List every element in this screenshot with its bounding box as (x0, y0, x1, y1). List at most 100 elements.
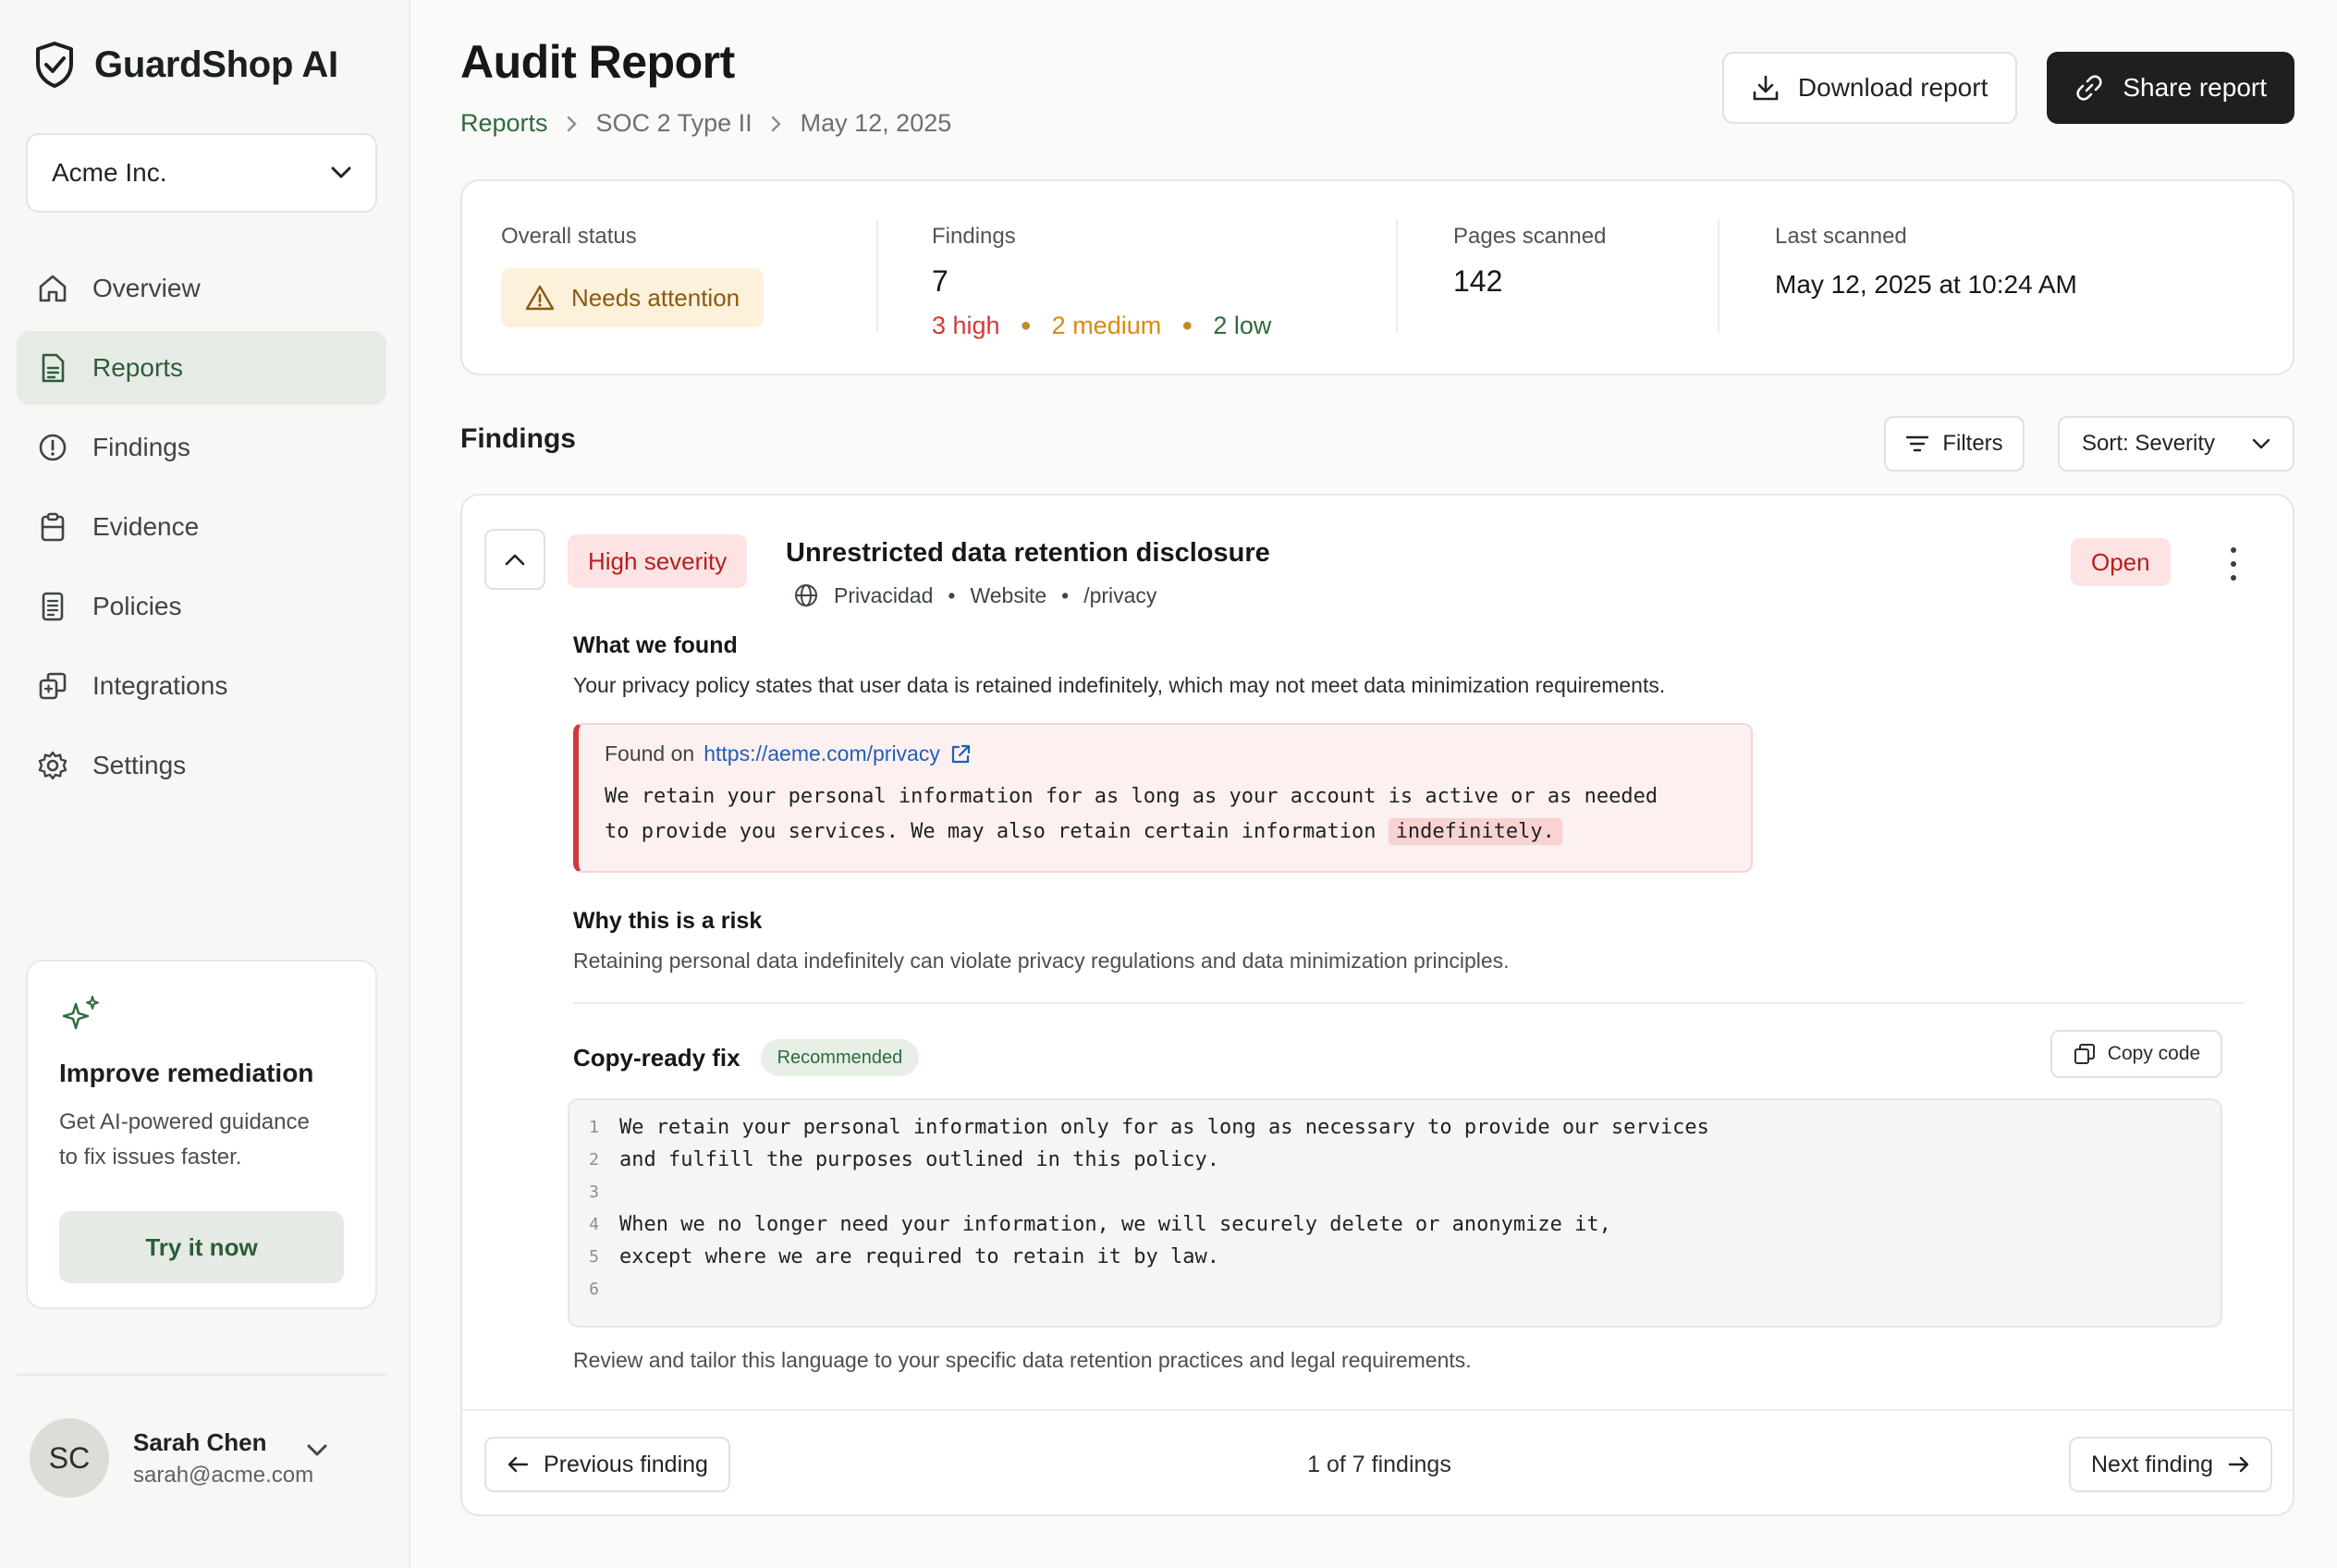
status-text: Needs attention (571, 283, 740, 312)
shield-check-icon (36, 42, 73, 88)
document-icon (42, 353, 65, 383)
sidebar-item-integrations[interactable]: Integrations (17, 649, 386, 723)
download-report-button[interactable]: Download report (1721, 52, 2018, 124)
globe-icon (795, 584, 817, 606)
copy-squares-icon (39, 672, 67, 700)
last-scanned-stat: Last scanned May 12, 2025 at 10:24 AM (1775, 224, 2077, 300)
evidence-quote: Found on https://aeme.com/privacy We ret… (573, 723, 1753, 873)
user-email: sarah@acme.com (133, 1462, 314, 1488)
copy-code-button[interactable]: Copy code (2050, 1030, 2222, 1078)
sidebar-item-settings[interactable]: Settings (17, 729, 386, 802)
file-text-icon (42, 592, 64, 621)
avatar: SC (30, 1418, 109, 1498)
overall-status: Overall status Needs attention (501, 224, 765, 327)
findings-stat: Findings 7 3 high ● 2 medium ● 2 low (932, 224, 1271, 340)
separator-dot: ● (1181, 315, 1193, 336)
brand[interactable]: GuardShop AI (33, 41, 338, 89)
sidebar-item-label: Overview (92, 274, 201, 302)
breadcrumb-date: May 12, 2025 (800, 109, 952, 137)
home-icon (39, 275, 67, 302)
chevron-down-icon (2252, 438, 2270, 449)
chevron-right-icon (771, 116, 781, 131)
alert-circle-icon (39, 434, 67, 461)
filter-icon (1906, 435, 1929, 452)
link-icon (2076, 75, 2102, 101)
chevron-up-icon (505, 554, 525, 566)
sidebar-item-label: Integrations (92, 671, 228, 700)
found-on-label: Found on (605, 741, 695, 766)
chevron-right-icon (567, 116, 577, 131)
stat-label: Overall status (501, 224, 637, 249)
fix-note: Review and tailor this language to your … (573, 1348, 1472, 1372)
risk-text: Retaining personal data indefinitely can… (573, 949, 1510, 973)
severity-badge: High severity (568, 534, 748, 588)
gear-icon (38, 751, 67, 780)
sidebar-item-overview[interactable]: Overview (17, 251, 386, 325)
filters-button[interactable]: Filters (1884, 416, 2025, 472)
divider (876, 220, 878, 333)
finding-meta: Privacidad • Website • /privacy (793, 582, 1156, 608)
breadcrumb-reports[interactable]: Reports (460, 109, 548, 138)
code-text: except where we are required to retain i… (619, 1245, 1220, 1268)
promo-title: Improve remediation (59, 1059, 314, 1087)
highlighted-text: indefinitely. (1388, 818, 1562, 845)
finding-card: High severity Unrestricted data retentio… (460, 494, 2294, 1516)
sidebar-item-label: Reports (92, 353, 184, 382)
sidebar-item-evidence[interactable]: Evidence (17, 490, 386, 564)
separator-dot: • (1061, 582, 1070, 607)
what-we-found-text: Your privacy policy states that user dat… (573, 673, 1666, 697)
separator-dot: ● (1020, 315, 1032, 336)
sidebar-nav: Overview Reports Findings Evidence Polic… (17, 251, 386, 808)
share-report-button[interactable]: Share report (2047, 52, 2294, 124)
what-we-found-heading: What we found (573, 632, 738, 658)
status-badge[interactable]: Open (2071, 538, 2171, 586)
code-line: 6 (569, 1273, 2221, 1305)
finding-title: Unrestricted data retention disclosure (786, 538, 1270, 568)
status-badge: Needs attention (501, 268, 765, 327)
risk-heading: Why this is a risk (573, 908, 763, 934)
code-line: 3 (569, 1176, 2221, 1208)
sidebar-item-label: Evidence (92, 512, 200, 541)
promo-text: Get AI-powered guidance to fix issues fa… (59, 1105, 344, 1175)
line-number: 3 (589, 1182, 599, 1202)
promo-card: Improve remediation Get AI-powered guida… (26, 960, 377, 1309)
sidebar-item-label: Findings (92, 433, 190, 461)
chevron-down-icon (331, 166, 351, 178)
divider (17, 1374, 386, 1376)
last-scanned-value: May 12, 2025 at 10:24 AM (1775, 270, 2077, 299)
high-count: 3 high (932, 312, 1000, 339)
sidebar-item-policies[interactable]: Policies (17, 570, 386, 643)
divider (462, 1409, 2293, 1411)
divider (1396, 220, 1398, 333)
app-name: GuardShop AI (94, 43, 338, 85)
org-selector[interactable]: Acme Inc. (26, 133, 377, 213)
stat-label: Pages scanned (1453, 224, 1607, 249)
sidebar-item-reports[interactable]: Reports (17, 331, 386, 405)
breadcrumb-soc2[interactable]: SOC 2 Type II (596, 109, 752, 138)
sidebar-item-findings[interactable]: Findings (17, 410, 386, 484)
external-link-icon[interactable] (949, 743, 972, 766)
promo-text-line: Get AI-powered guidance (59, 1109, 310, 1134)
sort-select[interactable]: Sort: Severity (2058, 416, 2294, 472)
download-report-label: Download report (1797, 73, 1988, 102)
more-options-icon[interactable] (2224, 547, 2243, 581)
chevron-down-icon[interactable] (307, 1444, 327, 1457)
try-it-now-button[interactable]: Try it now (59, 1211, 344, 1283)
code-block[interactable]: 1 We retain your personal information onl… (568, 1098, 2222, 1328)
collapse-button[interactable] (484, 529, 545, 590)
summary-card: Overall status Needs attention Findings … (460, 179, 2294, 375)
quote-line: to provide you services. We may also ret… (605, 815, 1725, 850)
header-actions: Download report Share report (1721, 52, 2294, 124)
pagination-status: 1 of 7 findings (1307, 1452, 1451, 1477)
found-on: Found on https://aeme.com/privacy (605, 741, 1725, 766)
severity-breakdown: 3 high ● 2 medium ● 2 low (932, 312, 1271, 340)
copy-icon (2074, 1044, 2095, 1064)
next-finding-button[interactable]: Next finding (2069, 1437, 2272, 1492)
found-on-link[interactable]: https://aeme.com/privacy (704, 741, 940, 766)
quote-text: We retain your personal information for … (605, 779, 1725, 850)
pages-count: 142 (1453, 264, 1503, 298)
warning-icon (525, 285, 555, 311)
meta-path: /privacy (1083, 582, 1157, 607)
user-menu[interactable]: SC Sarah Chen sarah@acme.com (30, 1418, 313, 1498)
meta-type: Website (970, 582, 1047, 607)
